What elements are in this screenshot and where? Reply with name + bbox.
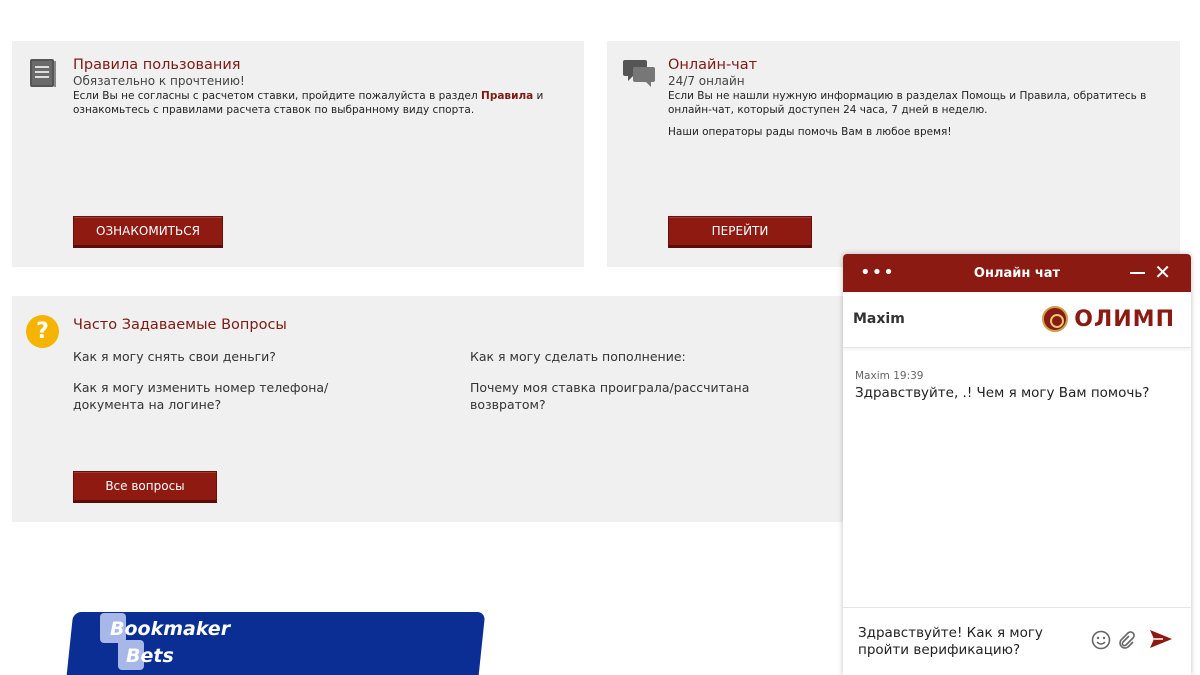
message-time: 19:39 [893,370,924,382]
chat-bubbles-icon [623,57,655,89]
rules-subtitle: Обязательно к прочтению! [73,74,245,88]
watermark-logo: Bookmaker Bets [62,600,486,675]
help-page: Правила пользования Обязательно к прочте… [0,0,1200,675]
agent-name: Maxim [853,311,905,327]
rules-button[interactable]: ОЗНАКОМИТЬСЯ [73,216,223,248]
brand-name: ОЛИМП [1074,306,1175,332]
book-icon [28,57,58,89]
faq-question[interactable]: Как я могу изменить номер телефона/докум… [73,379,393,413]
go-to-chat-button[interactable]: ПЕРЕЙТИ [668,216,812,248]
faq-question[interactable]: Почему моя ставка проиграла/рассчитана в… [470,379,750,413]
faq-question[interactable]: Как я могу снять свои деньги? [73,348,403,365]
rules-link[interactable]: Правила [481,90,533,102]
emoji-icon[interactable] [1091,630,1111,655]
chat-header: ••• Онлайн чат ✕ [843,254,1191,292]
chat-input-bar: Здравствуйте! Как я могу пройти верифика… [843,607,1191,675]
message-meta: Maxim 19:39 [855,370,1149,382]
watermark-text-2: Bets [126,645,174,667]
message-text: Здравствуйте, .! Чем я могу Вам помочь? [855,385,1150,401]
close-icon[interactable]: ✕ [1154,262,1171,282]
chat-card-title: Онлайн-чат [668,57,758,73]
attach-icon[interactable] [1115,630,1135,655]
minimize-icon[interactable] [1130,272,1145,274]
chat-widget: ••• Онлайн чат ✕ Maxim ОЛИМП Maxim 19:39… [843,254,1191,675]
more-options-icon[interactable]: ••• [860,262,895,283]
online-chat-card: Онлайн-чат 24/7 онлайн Если Вы не нашли … [607,41,1180,267]
brand-logo: ОЛИМП [1042,306,1175,332]
rules-text: Если Вы не согласны с расчетом ставки, п… [73,89,568,117]
brand-emblem-icon [1042,306,1069,332]
faq-question[interactable]: Как я могу сделать пополнение: [470,348,770,365]
all-questions-button[interactable]: Все вопросы [73,471,217,503]
chat-card-text: Если Вы не нашли нужную информацию в раз… [668,89,1164,139]
chat-card-text-1: Если Вы не нашли нужную информацию в раз… [668,90,1147,116]
send-icon[interactable] [1149,628,1173,655]
rules-card: Правила пользования Обязательно к прочте… [12,41,584,267]
chat-card-subtitle: 24/7 онлайн [668,74,745,88]
chat-message-input[interactable]: Здравствуйте! Как я могу пройти верифика… [858,625,1080,659]
chat-agent-bar: Maxim ОЛИМП [843,292,1191,348]
chat-card-text-2: Наши операторы рады помочь Вам в любое в… [668,126,952,138]
chat-message: Maxim 19:39 Здравствуйте, .! Чем я могу … [855,370,1149,401]
watermark-text-1: Bookmaker [110,618,231,640]
rules-text-before: Если Вы не согласны с расчетом ставки, п… [73,90,482,102]
rules-title: Правила пользования [73,57,241,73]
message-author: Maxim [855,370,890,382]
question-icon: ? [26,315,59,348]
